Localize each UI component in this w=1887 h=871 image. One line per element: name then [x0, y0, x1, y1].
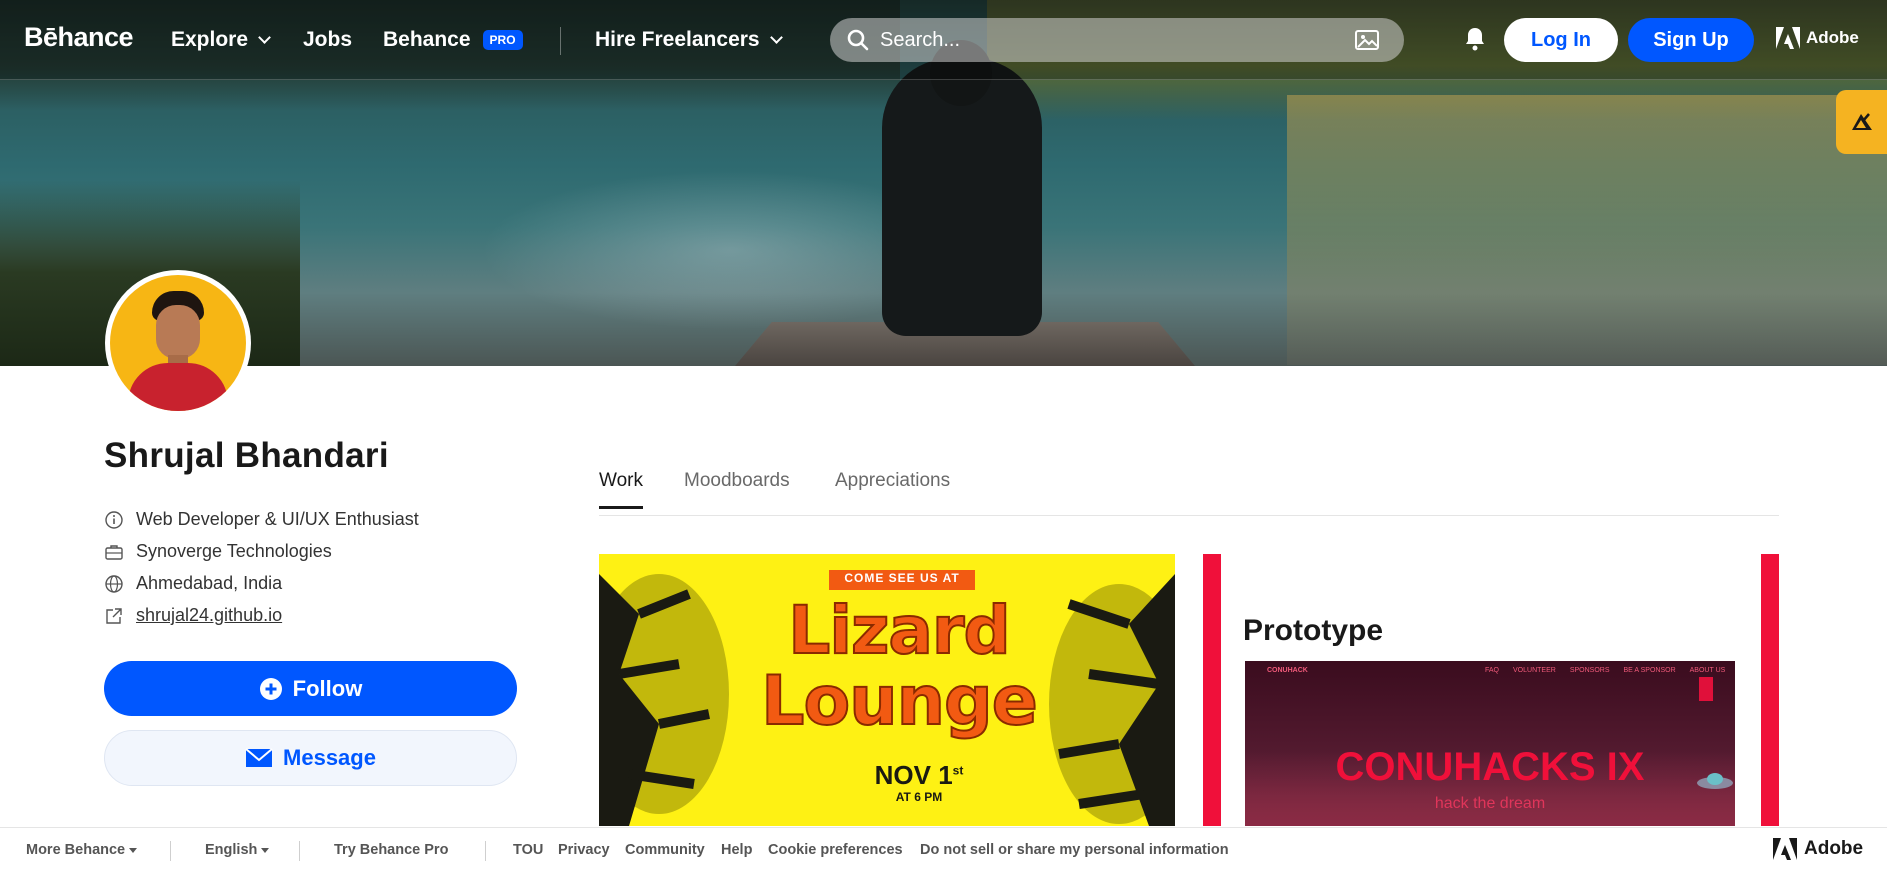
plus-circle-icon — [259, 677, 282, 700]
signup-button[interactable]: Sign Up — [1628, 18, 1754, 62]
footer-privacy[interactable]: Privacy — [558, 842, 610, 858]
nav-hire-freelancers[interactable]: Hire Freelancers — [595, 28, 783, 52]
adobe-link[interactable]: Adobe — [1776, 27, 1859, 49]
profile-occupation: Web Developer & UI/UX Enthusiast — [104, 509, 419, 530]
external-link-icon — [104, 606, 124, 626]
top-navigation: Bēhance Explore Jobs Behance PRO Hire Fre… — [0, 0, 1887, 80]
follow-button[interactable]: Follow — [104, 661, 517, 716]
ufo-icon — [1697, 773, 1733, 789]
footer-cookie-preferences[interactable]: Cookie preferences — [768, 842, 903, 858]
search-input[interactable]: Search... — [830, 18, 1404, 62]
profile-tabs: Work Moodboards Appreciations — [599, 470, 1779, 516]
lizard-title-2: Lounge — [760, 661, 1039, 742]
briefcase-icon — [104, 542, 124, 562]
footer-try-pro[interactable]: Try Behance Pro — [334, 842, 448, 858]
nav-divider — [560, 27, 561, 55]
search-placeholder: Search... — [880, 28, 961, 51]
mail-icon — [245, 748, 273, 767]
info-icon — [104, 510, 124, 530]
lizard-date: NOV 1st — [874, 760, 964, 790]
image-search-icon[interactable] — [1354, 28, 1382, 52]
footer-do-not-sell[interactable]: Do not sell or share my personal informa… — [920, 842, 1229, 858]
profile-location: Ahmedabad, India — [104, 573, 282, 594]
footer: More Behance English Try Behance Pro TOU… — [0, 827, 1887, 871]
profile-name: Shrujal Bhandari — [104, 436, 389, 475]
behance-logo[interactable]: Bēhance — [24, 22, 134, 53]
profile-company: Synoverge Technologies — [104, 541, 332, 562]
conuhacks-screenshot: CONUHACK FAQ VOLUNTEER SPONSORS BE A SPO… — [1245, 661, 1735, 826]
tab-appreciations[interactable]: Appreciations — [835, 470, 950, 506]
caret-down-icon — [261, 847, 270, 853]
adobe-logo — [1776, 27, 1800, 49]
lizard-time: AT 6 PM — [895, 790, 943, 804]
nav-explore[interactable]: Explore — [171, 28, 271, 52]
bell-icon[interactable] — [1463, 26, 1487, 52]
avatar — [105, 270, 251, 416]
message-button[interactable]: Message — [104, 730, 517, 786]
adobe-logo — [1773, 838, 1797, 860]
behance-pro-icon — [1851, 113, 1872, 130]
website-link[interactable]: shrujal24.github.io — [136, 605, 282, 626]
search-icon — [847, 29, 869, 51]
footer-more-behance[interactable]: More Behance — [26, 842, 138, 858]
footer-tou[interactable]: TOU — [513, 842, 543, 858]
caret-down-icon — [129, 847, 138, 853]
prototype-title: Prototype — [1243, 614, 1384, 647]
floating-pro-tab[interactable] — [1836, 90, 1887, 154]
profile-website[interactable]: shrujal24.github.io — [104, 605, 282, 626]
tab-moodboards[interactable]: Moodboards — [684, 470, 790, 506]
nav-behance-pro[interactable]: Behance PRO — [383, 28, 523, 52]
profile-page: { "nav": { "logo": "Bēhance", "explore":… — [0, 0, 1887, 871]
nav-jobs[interactable]: Jobs — [303, 28, 352, 52]
project-card-prototype[interactable]: Prototype CONUHACK FAQ VOLUNTEER SPONSOR… — [1203, 554, 1779, 826]
lizard-banner-text: COME SEE US AT — [844, 571, 960, 585]
footer-help[interactable]: Help — [721, 842, 752, 858]
globe-icon — [104, 574, 124, 594]
pro-badge: PRO — [482, 30, 523, 50]
lizard-title-1: Lizard — [787, 591, 1011, 670]
project-card-lizard-lounge[interactable]: COME SEE US AT Lizard Lounge NOV 1st AT … — [599, 554, 1175, 826]
conuhacks-tagline: hack the dream — [1434, 795, 1546, 812]
footer-community[interactable]: Community — [625, 842, 705, 858]
conuhack-brand: CONUHACK — [1267, 667, 1308, 674]
tab-work[interactable]: Work — [599, 470, 643, 509]
chevron-down-icon — [769, 31, 783, 44]
conuhack-nav: FAQ VOLUNTEER SPONSORS BE A SPONSOR ABOU… — [1485, 667, 1726, 674]
chevron-down-icon — [258, 31, 271, 44]
footer-language[interactable]: English — [205, 842, 270, 858]
footer-adobe-link[interactable]: Adobe — [1772, 838, 1863, 860]
login-button[interactable]: Log In — [1504, 18, 1618, 62]
conuhacks-headline: CONUHACKS IX — [1335, 745, 1645, 789]
